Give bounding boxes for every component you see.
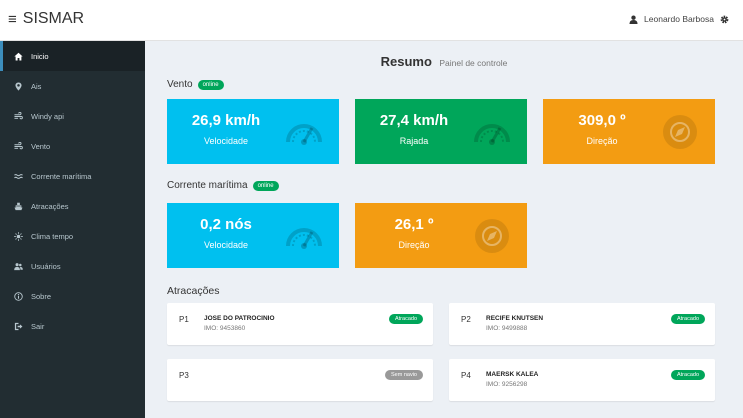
wind-section-title: Vento online bbox=[167, 79, 224, 90]
gear-icon[interactable] bbox=[720, 15, 729, 24]
page-title-text: Resumo bbox=[380, 54, 432, 69]
sidebar-item-label: Inicio bbox=[31, 51, 49, 61]
gauge-icon bbox=[286, 228, 322, 249]
sidebar-item-label: Corrente marítima bbox=[31, 171, 92, 181]
sidebar-item-vento[interactable]: Vento bbox=[0, 131, 145, 161]
map-marker-icon bbox=[11, 81, 25, 91]
status-badge: Atracado bbox=[670, 370, 705, 380]
page-subtitle: Painel de controle bbox=[439, 58, 508, 68]
berth-imo: IMO: 9499888 bbox=[486, 325, 528, 332]
waves-icon bbox=[11, 172, 25, 181]
berth-card-p4[interactable]: P4 MAERSK KALEA IMO: 9256298 Atracado bbox=[449, 359, 715, 401]
berth-imo: IMO: 9256298 bbox=[486, 381, 528, 388]
wind-direction-value: 309,0 º bbox=[578, 112, 626, 129]
wind-gust-label: Rajada bbox=[399, 136, 429, 146]
page-title: Resumo Painel de controle bbox=[145, 53, 743, 71]
berths-title: Atracações bbox=[167, 285, 220, 297]
wind-direction-label: Direção bbox=[586, 136, 618, 146]
wind-gust-value: 27,4 km/h bbox=[379, 112, 449, 129]
gauge-icon bbox=[286, 124, 322, 145]
compass-icon bbox=[475, 219, 509, 253]
berths-section-title: Atracações bbox=[167, 285, 220, 297]
sidebar-item-windy-api[interactable]: Windy api bbox=[0, 101, 145, 131]
current-direction-value: 26,1 º bbox=[394, 216, 434, 233]
berth-code: P1 bbox=[179, 315, 189, 324]
status-badge: Sem navio bbox=[385, 370, 423, 380]
menu-icon[interactable]: ≡ bbox=[8, 11, 17, 28]
status-badge: Atracado bbox=[388, 314, 423, 324]
wind-icon bbox=[11, 141, 25, 151]
current-speed-label: Velocidade bbox=[203, 240, 249, 250]
sidebar-item-clima-tempo[interactable]: Clima tempo bbox=[0, 221, 145, 251]
current-speed-box: 0,2 nós Velocidade bbox=[167, 203, 339, 268]
user-icon bbox=[629, 15, 638, 24]
current-speed-value: 0,2 nós bbox=[200, 216, 252, 233]
wind-status-badge: online bbox=[197, 79, 224, 90]
berth-ship-name: MAERSK KALEA bbox=[486, 371, 539, 378]
sidebar-item-atracacoes[interactable]: Atracações bbox=[0, 191, 145, 221]
home-icon bbox=[11, 52, 25, 61]
berth-card-p2[interactable]: P2 RECIFE KNUTSEN IMO: 9499888 Atracado bbox=[449, 303, 715, 345]
user-menu[interactable]: Leonardo Barbosa bbox=[629, 14, 729, 24]
sidebar-item-label: Clima tempo bbox=[31, 231, 74, 241]
sign-out-icon bbox=[11, 322, 25, 331]
sidebar-item-label: Sair bbox=[31, 321, 45, 331]
berth-card-p3[interactable]: P3 Sem navio bbox=[167, 359, 433, 401]
users-icon bbox=[11, 262, 25, 271]
wind-title: Vento bbox=[167, 79, 193, 90]
main-content: Resumo Painel de controle Vento online 2… bbox=[145, 41, 743, 418]
gauge-icon bbox=[474, 124, 510, 145]
ship-icon bbox=[11, 202, 25, 211]
current-section-title: Corrente marítima online bbox=[167, 180, 279, 191]
wind-speed-label: Velocidade bbox=[203, 136, 249, 146]
sidebar-item-label: Ais bbox=[31, 81, 42, 91]
sidebar-item-label: Atracações bbox=[31, 201, 69, 211]
compass-icon bbox=[663, 115, 697, 149]
brand: ≡ SISMAR bbox=[8, 10, 84, 28]
sidebar: Inicio Ais Windy api Vento Corrente marí… bbox=[0, 41, 145, 418]
berth-ship-name: RECIFE KNUTSEN bbox=[486, 315, 544, 322]
sidebar-item-label: Sobre bbox=[31, 291, 52, 301]
app-title[interactable]: SISMAR bbox=[23, 10, 84, 28]
top-bar: ≡ SISMAR Leonardo Barbosa bbox=[0, 0, 743, 41]
sidebar-item-label: Vento bbox=[31, 141, 51, 151]
sidebar-item-label: Usuários bbox=[31, 261, 61, 271]
sidebar-item-sobre[interactable]: Sobre bbox=[0, 281, 145, 311]
berth-card-p1[interactable]: P1 JOSE DO PATROCINIO IMO: 9453860 Atrac… bbox=[167, 303, 433, 345]
berth-code: P3 bbox=[179, 371, 189, 380]
user-name[interactable]: Leonardo Barbosa bbox=[644, 14, 714, 24]
current-status-badge: online bbox=[252, 180, 279, 191]
sidebar-item-sair[interactable]: Sair bbox=[0, 311, 145, 341]
berth-imo: IMO: 9453860 bbox=[204, 325, 246, 332]
sidebar-item-label: Windy api bbox=[31, 111, 64, 121]
current-direction-label: Direção bbox=[398, 240, 430, 250]
sidebar-item-inicio[interactable]: Inicio bbox=[0, 41, 145, 71]
berth-code: P4 bbox=[461, 371, 471, 380]
wind-icon bbox=[11, 111, 25, 121]
current-direction-box: 26,1 º Direção bbox=[355, 203, 527, 268]
wind-speed-box: 26,9 km/h Velocidade bbox=[167, 99, 339, 164]
berth-code: P2 bbox=[461, 315, 471, 324]
sidebar-item-ais[interactable]: Ais bbox=[0, 71, 145, 101]
berth-ship-name: JOSE DO PATROCINIO bbox=[204, 315, 275, 322]
wind-speed-value: 26,9 km/h bbox=[191, 112, 261, 129]
sidebar-item-usuarios[interactable]: Usuários bbox=[0, 251, 145, 281]
status-badge: Atracado bbox=[670, 314, 705, 324]
sun-icon bbox=[11, 231, 25, 241]
wind-direction-box: 309,0 º Direção bbox=[543, 99, 715, 164]
wind-gust-box: 27,4 km/h Rajada bbox=[355, 99, 527, 164]
info-icon bbox=[11, 291, 25, 301]
current-title: Corrente marítima bbox=[167, 180, 248, 191]
sidebar-item-corrente-maritima[interactable]: Corrente marítima bbox=[0, 161, 145, 191]
